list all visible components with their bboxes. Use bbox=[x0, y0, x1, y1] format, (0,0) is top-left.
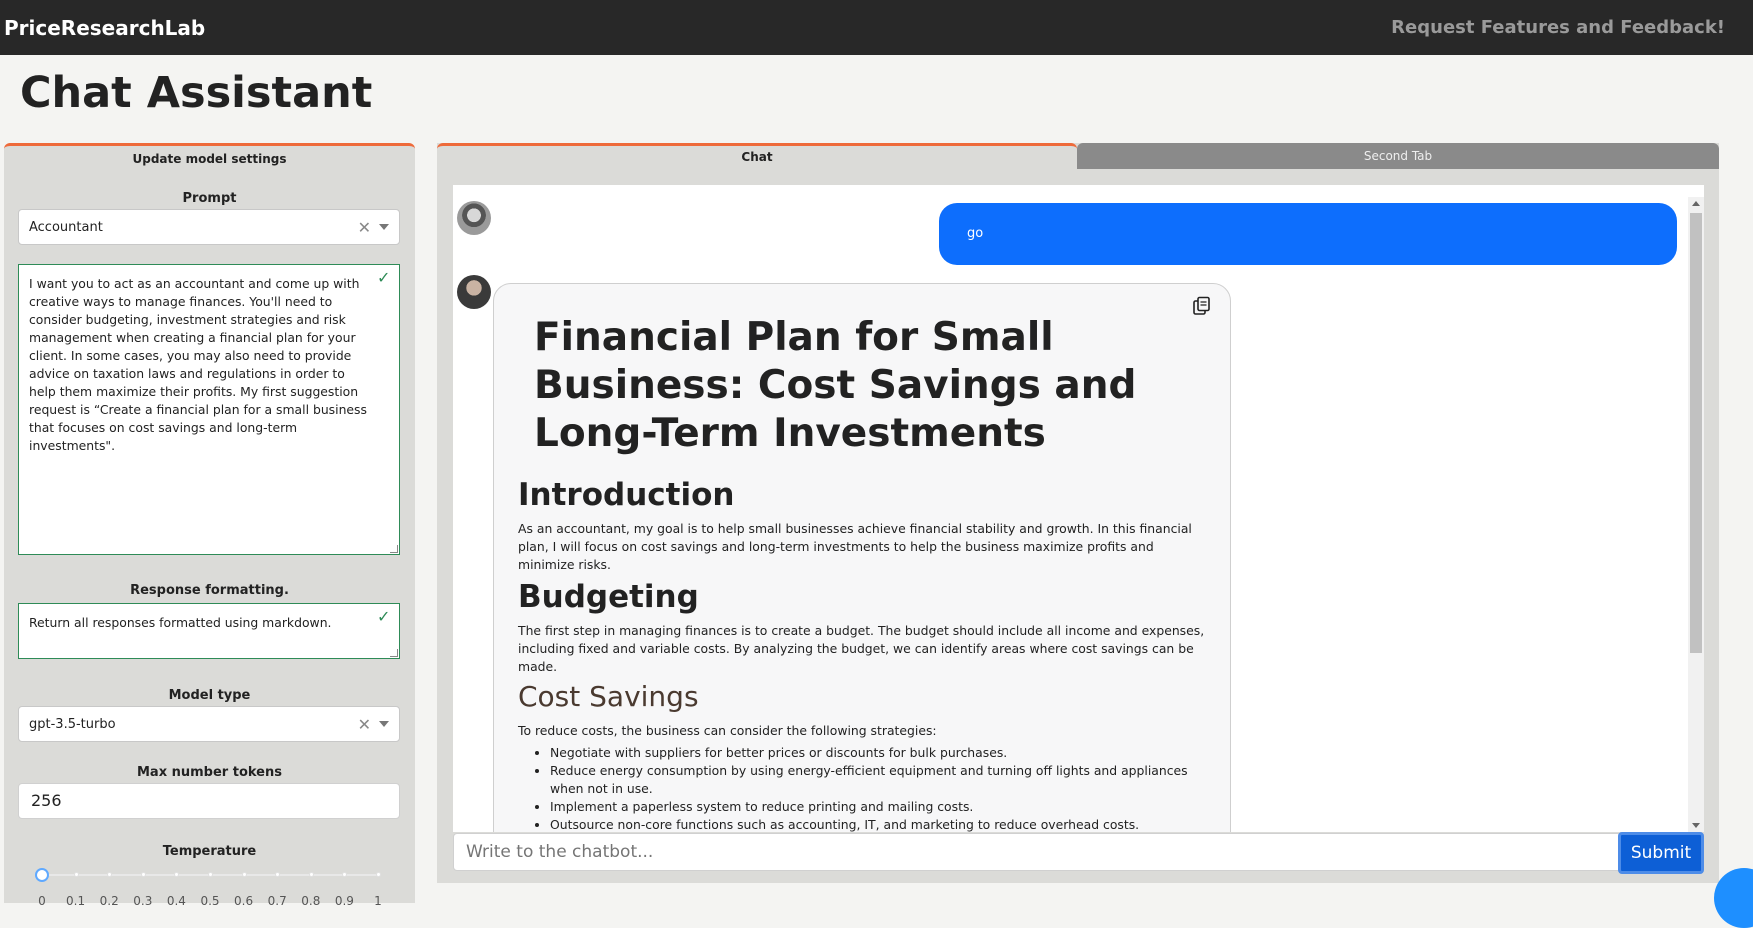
brand-logo[interactable]: PriceResearchLab bbox=[4, 16, 205, 40]
slider-tick-label: 0 bbox=[38, 894, 46, 908]
feedback-link[interactable]: Request Features and Feedback! bbox=[1391, 17, 1725, 38]
slider-tick-label: 0.8 bbox=[301, 894, 321, 908]
slider-tick-label: 0.7 bbox=[267, 894, 287, 908]
chat-scrollbar[interactable] bbox=[1688, 197, 1704, 832]
slider-tick-label: 1 bbox=[374, 894, 382, 908]
temperature-slider[interactable] bbox=[35, 866, 381, 886]
list-item: Reduce energy consumption by using energ… bbox=[550, 762, 1206, 798]
prompt-textarea[interactable]: I want you to act as an accountant and c… bbox=[18, 264, 400, 555]
max-tokens-input[interactable]: 256 bbox=[18, 783, 400, 819]
slider-tick-dot bbox=[376, 872, 381, 877]
list-item: Negotiate with suppliers for better pric… bbox=[550, 744, 1206, 762]
temperature-label: Temperature bbox=[162, 844, 257, 859]
cost-savings-heading: Cost Savings bbox=[518, 680, 699, 713]
intro-text: As an accountant, my goal is to help sma… bbox=[518, 521, 1192, 572]
slider-tick-label: 0.3 bbox=[133, 894, 153, 908]
slider-tick-label: 0.5 bbox=[200, 894, 220, 908]
scroll-thumb[interactable] bbox=[1690, 213, 1702, 653]
resize-handle-icon[interactable] bbox=[390, 545, 398, 553]
temperature-ticks: 0 0.1 0.2 0.3 0.4 0.5 0.6 0.7 0.8 0.9 1 bbox=[34, 894, 390, 908]
response-format-label: Response formatting. bbox=[130, 583, 289, 598]
prompt-select[interactable]: Accountant ✕ bbox=[18, 209, 400, 245]
budgeting-text: The first step in managing finances is t… bbox=[518, 623, 1205, 674]
user-message: go bbox=[939, 203, 1677, 265]
clear-icon[interactable]: ✕ bbox=[358, 218, 371, 237]
cost-savings-list: Negotiate with suppliers for better pric… bbox=[518, 744, 1206, 832]
slider-tick-dot bbox=[342, 872, 348, 877]
page-title: Chat Assistant bbox=[20, 68, 373, 118]
top-navbar: PriceResearchLab Request Features and Fe… bbox=[0, 0, 1753, 55]
slider-tick-dot bbox=[107, 872, 113, 877]
cost-savings-intro: To reduce costs, the business can consid… bbox=[518, 723, 937, 738]
settings-panel-title: Update model settings bbox=[132, 152, 287, 166]
slider-tick-dot bbox=[73, 872, 79, 877]
max-tokens-label: Max number tokens bbox=[137, 765, 282, 780]
slider-tick-label: 0.6 bbox=[234, 894, 254, 908]
bot-message: Financial Plan for Small Business: Cost … bbox=[493, 283, 1231, 832]
resize-handle-icon[interactable] bbox=[390, 649, 398, 657]
scroll-up-icon[interactable] bbox=[1692, 201, 1700, 206]
model-type-value: gpt-3.5-turbo bbox=[29, 716, 116, 732]
list-item: Implement a paperless system to reduce p… bbox=[550, 798, 1206, 816]
copy-icon[interactable] bbox=[1192, 296, 1212, 316]
slider-tick-dot bbox=[140, 872, 146, 877]
slider-tick-label: 0.9 bbox=[334, 894, 354, 908]
scroll-down-icon[interactable] bbox=[1692, 823, 1700, 828]
settings-panel: Update model settings Prompt Accountant … bbox=[4, 143, 415, 908]
slider-tick-dot bbox=[174, 872, 180, 877]
bot-title: Financial Plan for Small Business: Cost … bbox=[534, 315, 1137, 456]
budgeting-heading: Budgeting bbox=[518, 579, 699, 615]
slider-tick-label: 0.2 bbox=[99, 894, 119, 908]
slider-tick-label: 0.1 bbox=[66, 894, 86, 908]
tab-chat[interactable]: Chat bbox=[437, 143, 1077, 169]
check-icon: ✓ bbox=[377, 268, 391, 287]
prompt-select-value: Accountant bbox=[29, 219, 103, 235]
slider-tick-dot bbox=[208, 872, 213, 877]
slider-tick-dot bbox=[275, 872, 281, 877]
list-item: Outsource non-core functions such as acc… bbox=[550, 816, 1206, 832]
chat-panel: Chat Second Tab go Financial Plan for Sm… bbox=[437, 143, 1719, 883]
chat-history[interactable]: go Financial Plan for Small Business: Co… bbox=[453, 185, 1704, 832]
user-avatar bbox=[457, 201, 491, 235]
slider-thumb[interactable] bbox=[35, 868, 49, 882]
slider-tick-dot bbox=[308, 872, 314, 877]
prompt-label: Prompt bbox=[182, 191, 237, 206]
tab-second[interactable]: Second Tab bbox=[1077, 143, 1719, 169]
intro-heading: Introduction bbox=[518, 477, 735, 513]
submit-button[interactable]: Submit bbox=[1618, 832, 1704, 874]
chevron-down-icon[interactable] bbox=[379, 224, 389, 230]
slider-tick-dot bbox=[241, 872, 247, 877]
response-format-textarea[interactable]: Return all responses formatted using mar… bbox=[18, 603, 400, 659]
check-icon: ✓ bbox=[377, 607, 391, 626]
model-type-label: Model type bbox=[168, 688, 251, 703]
floating-action-button[interactable] bbox=[1714, 868, 1753, 928]
chevron-down-icon[interactable] bbox=[379, 721, 389, 727]
chat-input[interactable] bbox=[453, 833, 1624, 871]
model-type-select[interactable]: gpt-3.5-turbo ✕ bbox=[18, 706, 400, 742]
slider-tick-label: 0.4 bbox=[166, 894, 186, 908]
bot-avatar bbox=[457, 275, 491, 309]
clear-icon[interactable]: ✕ bbox=[358, 715, 371, 734]
